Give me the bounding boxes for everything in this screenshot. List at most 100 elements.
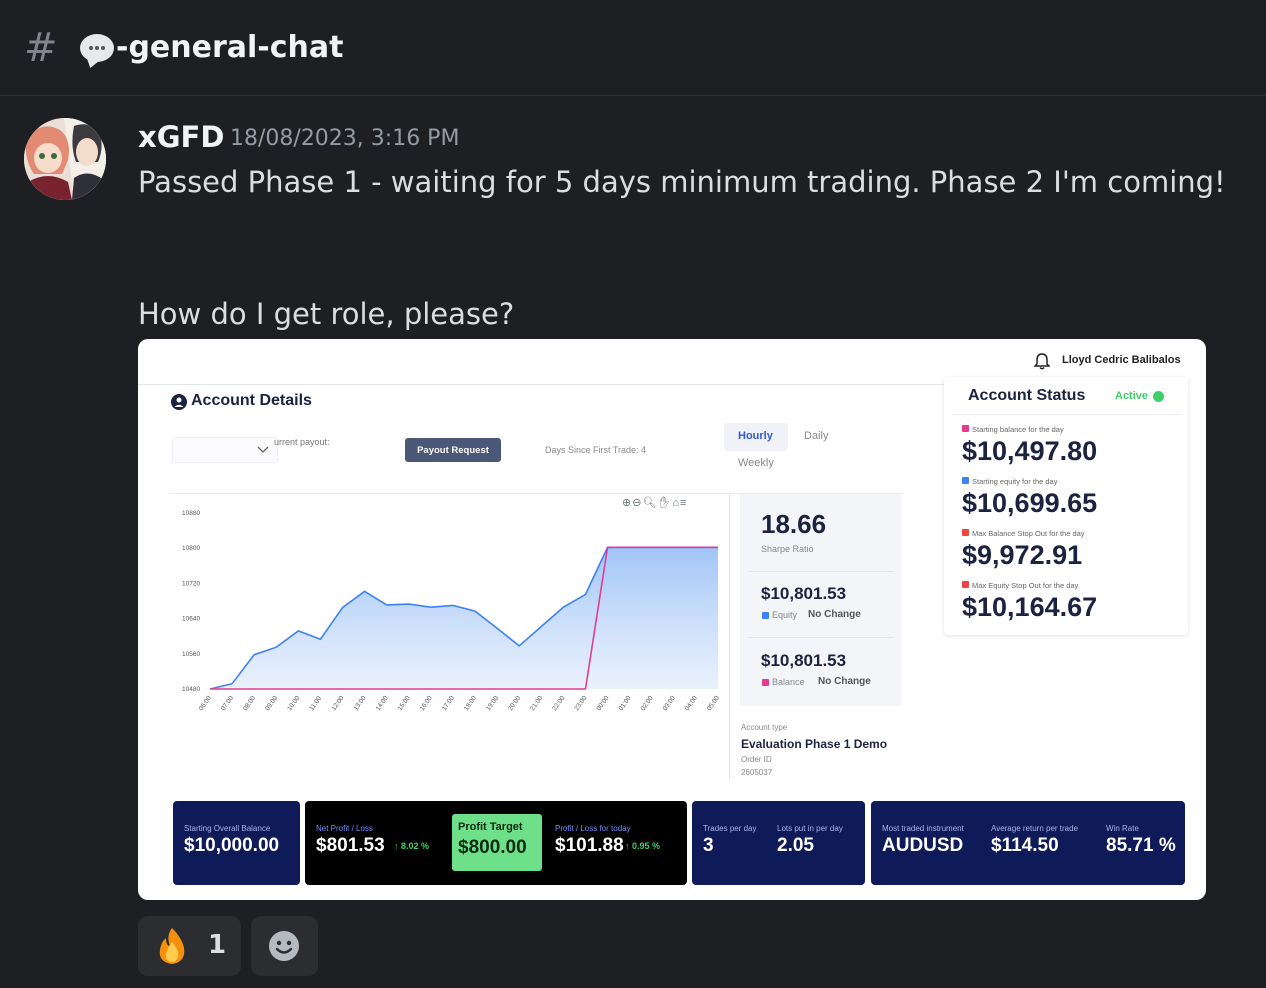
x-tick-label: 21:00: [529, 694, 544, 712]
x-tick-label: 01:00: [618, 694, 633, 712]
message-timestamp: 18/08/2023, 3:16 PM: [230, 126, 460, 151]
fire-icon: [159, 928, 185, 964]
x-tick-label: 17:00: [441, 694, 456, 712]
profit-target-value: $800.00: [458, 837, 527, 858]
status-swatch-4: [962, 581, 969, 588]
y-tick-label: 10640: [182, 616, 200, 623]
y-tick-label: 10720: [182, 580, 200, 587]
x-tick-label: 02:00: [640, 694, 655, 712]
user-circle-icon: [171, 394, 187, 410]
net-profit-value: $801.53: [316, 835, 385, 856]
today-profit-label: Profit / Loss for today: [555, 824, 631, 833]
x-tick-label: 22:00: [551, 694, 566, 712]
trades-label: Trades per day: [703, 824, 757, 833]
equity-value: $10,801.53: [761, 584, 847, 603]
status-value-2: $10,699.65: [962, 488, 1098, 518]
status-label-3: Max Balance Stop Out for the day: [972, 529, 1085, 538]
starting-balance-label: Starting Overall Balance: [184, 824, 271, 833]
profit-target-label: Profit Target: [458, 821, 523, 833]
author-name[interactable]: xGFD: [138, 118, 224, 156]
avatar-image: [24, 118, 106, 200]
chevron-down-icon: [257, 446, 269, 453]
active-dot-icon: [1153, 391, 1164, 402]
instrument-value: AUDUSD: [882, 835, 964, 856]
starting-balance-value: $10,000.00: [184, 835, 280, 856]
today-profit-pct: ↑ 0.95 %: [625, 841, 661, 851]
profit-card: Net Profit / Loss $801.53 ↑ 8.02 % Profi…: [305, 801, 687, 885]
x-tick-label: 16:00: [419, 694, 434, 712]
x-tick-label: 15:00: [397, 694, 412, 712]
x-tick-label: 18:00: [463, 694, 478, 712]
lots-value: 2.05: [777, 835, 814, 856]
x-tick-label: 19:00: [485, 694, 500, 712]
user-name[interactable]: Lloyd Cedric Balibalos: [1062, 354, 1181, 366]
fire-reaction-count: 1: [208, 930, 227, 960]
y-tick-label: 10800: [182, 545, 200, 552]
avatar[interactable]: [24, 118, 106, 200]
x-tick-label: 04:00: [684, 694, 699, 712]
tab-daily[interactable]: Daily: [804, 430, 828, 442]
add-reaction-icon: [269, 931, 299, 961]
tab-weekly[interactable]: Weekly: [738, 457, 774, 469]
today-profit-value: $101.88: [555, 835, 624, 856]
net-profit-pct: ↑ 8.02 %: [394, 841, 430, 851]
account-select[interactable]: [172, 437, 278, 463]
account-status-title: Account Status: [968, 387, 1086, 404]
top-divider: [138, 384, 946, 385]
order-id-label: Order ID: [741, 755, 772, 764]
trades-value: 3: [703, 835, 714, 856]
avg-return-label: Average return per trade: [991, 824, 1079, 833]
x-tick-label: 23:00: [573, 694, 588, 712]
status-swatch-1: [962, 425, 969, 432]
x-tick-label: 10:00: [286, 694, 301, 712]
channel-name-text: -general-chat: [116, 30, 344, 65]
balance-label: Balance: [772, 677, 805, 687]
x-tick-label: 00:00: [595, 694, 610, 712]
y-tick-label: 10480: [182, 686, 200, 693]
speech-bubble-icon: [80, 34, 114, 62]
channel-header: # -general-chat: [0, 0, 1266, 96]
status-value-3: $9,972.91: [962, 540, 1083, 570]
sharpe-value: 18.66: [761, 509, 827, 539]
bell-icon: [1034, 353, 1050, 370]
x-tick-label: 06:00: [198, 694, 213, 712]
x-tick-label: 08:00: [242, 694, 257, 712]
account-type-label: Account type: [741, 723, 788, 732]
fire-reaction[interactable]: 1: [138, 916, 241, 976]
order-id: 2605037: [741, 768, 773, 777]
status-label-1: Starting balance for the day: [972, 425, 1064, 434]
net-profit-label: Net Profit / Loss: [316, 824, 373, 833]
status-value-1: $10,497.80: [962, 436, 1098, 466]
status-value-4: $10,164.67: [962, 592, 1098, 622]
panel-divider: [729, 494, 730, 779]
instrument-label: Most traded instrument: [882, 824, 964, 833]
win-rate-value: 85.71 %: [1106, 835, 1176, 856]
balance-legend-swatch: [762, 679, 769, 686]
balance-chart[interactable]: 10880 10800 10720 10640 10560 10480 06:00 07:0…: [170, 503, 730, 723]
message-line-1: Passed Phase 1 - waiting for 5 days mini…: [138, 165, 1226, 199]
tab-hourly[interactable]: Hourly: [738, 430, 773, 442]
x-tick-label: 03:00: [662, 694, 677, 712]
equity-change: No Change: [808, 609, 861, 620]
add-reaction-button[interactable]: [251, 916, 318, 976]
channel-name[interactable]: -general-chat: [80, 28, 343, 68]
status-label-2: Starting equity for the day: [972, 477, 1058, 486]
sharpe-label: Sharpe Ratio: [761, 544, 814, 554]
status-badge: Active: [1115, 390, 1149, 402]
stats-divider-2: [748, 637, 894, 638]
x-tick-label: 09:00: [264, 694, 279, 712]
days-since-first-trade: Days Since First Trade: 4: [545, 445, 647, 455]
instrument-card: Most traded instrument AUDUSD Average re…: [871, 801, 1185, 885]
avg-return-value: $114.50: [991, 835, 1059, 856]
embedded-screenshot[interactable]: Lloyd Cedric Balibalos Account Details u…: [138, 339, 1206, 900]
x-tick-label: 07:00: [220, 694, 235, 712]
starting-balance-card: Starting Overall Balance $10,000.00: [173, 801, 300, 885]
win-rate-label: Win Rate: [1106, 824, 1139, 833]
x-tick-label: 14:00: [375, 694, 390, 712]
y-tick-label: 10880: [182, 510, 200, 517]
x-tick-label: 13:00: [353, 694, 368, 712]
status-label-4: Max Equity Stop Out for the day: [972, 581, 1079, 590]
y-tick-label: 10560: [182, 651, 200, 658]
x-tick-label: 11:00: [308, 695, 323, 712]
payout-request-button[interactable]: Payout Request: [405, 438, 501, 462]
